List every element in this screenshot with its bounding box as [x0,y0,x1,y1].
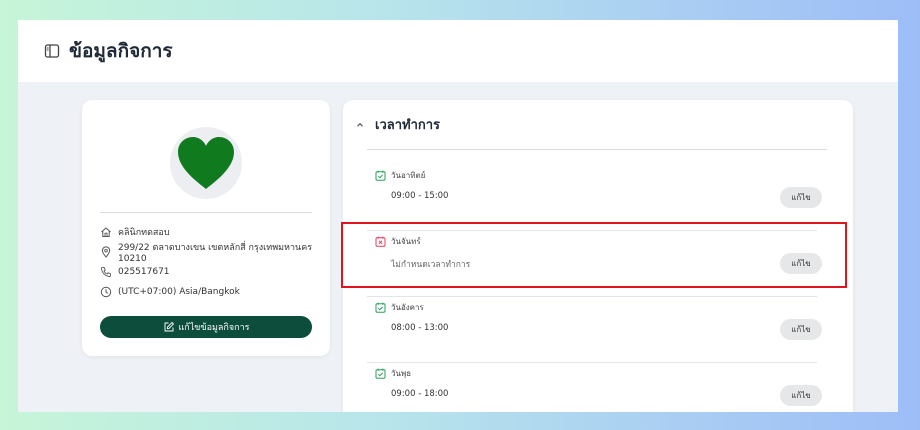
row-divider [367,362,817,363]
day-hours: 09:00 - 18:00 [391,389,449,399]
page-title: ข้อมูลกิจการ [69,40,173,62]
business-name-row: คลินิกทดสอบ [100,224,170,240]
calendar-check-icon [375,170,386,181]
business-timezone-row: (UTC+07:00) Asia/Bangkok [100,284,240,300]
day-header: วันอาทิตย์ [375,169,425,182]
day-hours: 09:00 - 15:00 [391,191,449,201]
heart-logo-icon [178,137,234,189]
edit-day-button[interactable]: แก้ไข [780,187,822,208]
edit-pencil-icon [163,321,175,333]
business-address-row: 299/22 ตลาดบางเขน เขตหลักสี่ กรุงเทพมหาน… [100,243,330,264]
day-header: วันอังคาร [375,301,424,314]
day-header: วันพุธ [375,367,411,380]
day-item-tuesday: วันอังคาร 08:00 - 13:00 แก้ไข [343,301,853,367]
app-window: ข้อมูลกิจการ คลินิกทดสอบ 299/22 ตลาดบางเ… [18,20,898,412]
day-item-wednesday: วันพุธ 09:00 - 18:00 แก้ไข [343,367,853,412]
business-name: คลินิกทดสอบ [118,228,170,238]
profile-divider [100,212,312,213]
business-hours-title: เวลาทำการ [375,118,441,133]
day-name: วันอาทิตย์ [391,171,426,180]
business-phone: 025517671 [118,267,170,277]
edit-day-button[interactable]: แก้ไข [780,385,822,406]
clock-icon [100,286,112,298]
sidebar-panel-icon[interactable] [44,43,60,59]
phone-icon [100,266,112,278]
business-profile-card: คลินิกทดสอบ 299/22 ตลาดบางเขน เขตหลักสี่… [82,100,330,356]
top-bar: ข้อมูลกิจการ [18,20,898,82]
day-hours: 08:00 - 13:00 [391,323,449,333]
day-name: วันพุธ [391,369,412,378]
chevron-up-icon[interactable] [355,120,365,130]
business-phone-row: 025517671 [100,264,170,280]
edit-business-info-label: แก้ไขข้อมูลกิจการ [178,323,250,333]
day-name: วันอังคาร [391,303,424,312]
house-icon [100,226,112,238]
hours-header-divider [367,149,827,150]
avatar [170,127,242,199]
highlight-annotation-box [341,222,847,288]
calendar-check-icon [375,302,386,313]
business-hours-header[interactable]: เวลาทำการ [355,114,440,135]
business-timezone: (UTC+07:00) Asia/Bangkok [118,287,240,297]
edit-day-button[interactable]: แก้ไข [780,319,822,340]
edit-business-info-button[interactable]: แก้ไขข้อมูลกิจการ [100,316,312,338]
location-pin-icon [100,246,112,258]
row-divider [367,296,817,297]
calendar-check-icon [375,368,386,379]
business-address: 299/22 ตลาดบางเขน เขตหลักสี่ กรุงเทพมหาน… [118,243,313,264]
